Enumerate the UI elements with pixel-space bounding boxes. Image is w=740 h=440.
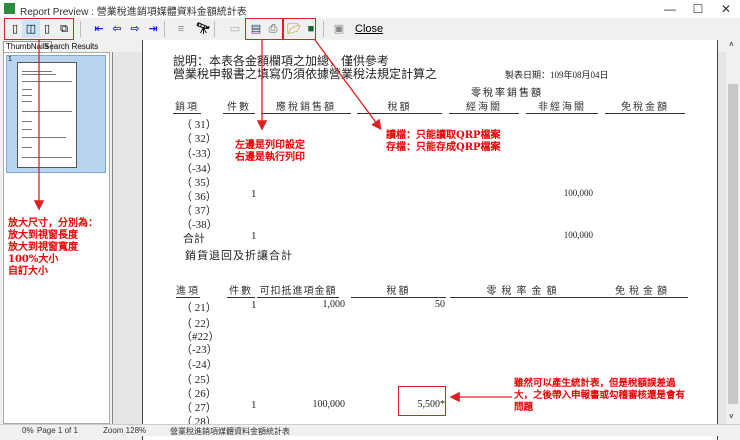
annotation-arrows: [33, 39, 512, 403]
file-annotation: 讀檔：只能讀取QRP檔案 存檔：只能存成QRP檔案: [386, 130, 501, 153]
warning-annotation: 雖然可以產生統計表，但是稅額誤差過 大，之後帶入申報書或勾稽審核還是會有 問題: [514, 378, 686, 413]
zoom-annotation: 放大尺寸，分別為： 放大到視窗長度 放大到視窗寬度 100%大小 自訂大小: [8, 218, 98, 277]
print-annotation: 左邊是列印設定 右邊是執行列印: [235, 140, 305, 163]
arrow-file: [314, 39, 382, 131]
